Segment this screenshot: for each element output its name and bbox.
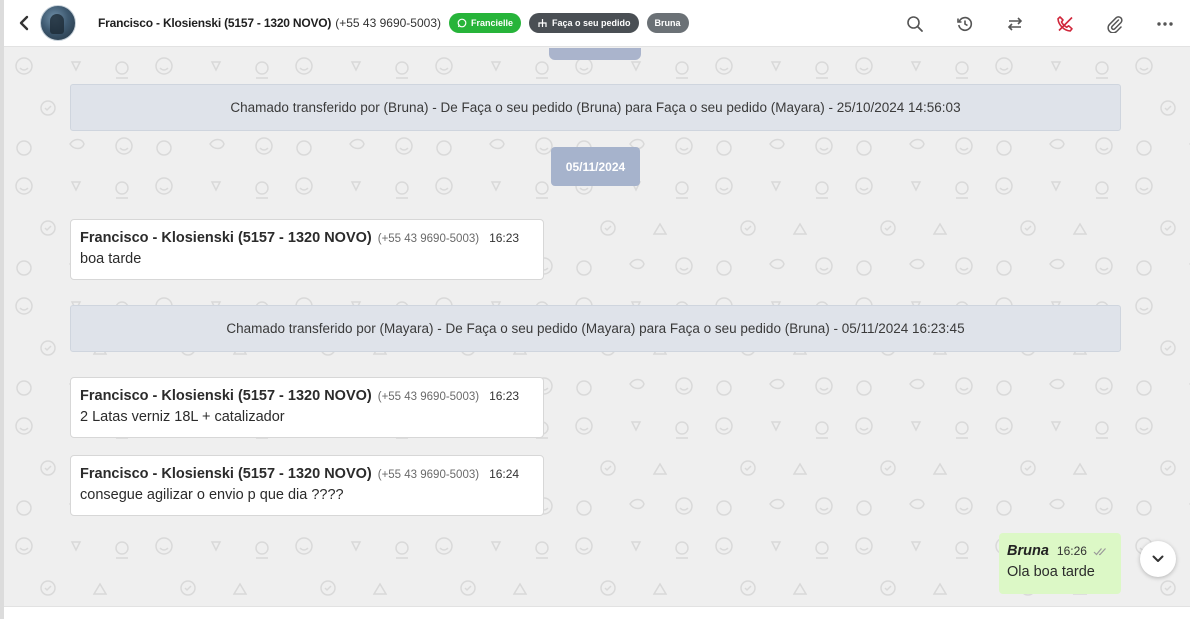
contact-name: Francisco - Klosienski (5157 - 1320 NOVO… [98,16,332,30]
system-transfer-text: Chamado transferido por (Mayara) - De Fa… [226,321,965,336]
transfer-button[interactable] [990,0,1040,47]
incoming-message[interactable]: Francisco - Klosienski (5157 - 1320 NOVO… [70,377,544,438]
search-icon [907,15,923,32]
message-header: Francisco - Klosienski (5157 - 1320 NOVO… [80,466,534,482]
date-divider: 05/11/2024 [551,147,640,186]
more-icon [1157,21,1173,26]
previous-date-chip-fragment [549,48,641,60]
back-icon [19,15,29,31]
message-time: 16:23 [489,231,520,245]
chevron-down-icon [1152,555,1164,562]
message-header: Francisco - Klosienski (5157 - 1320 NOVO… [80,230,534,246]
whatsapp-tag-label: Francielle [470,18,514,28]
end-call-icon [1057,15,1073,32]
message-list[interactable]: Chamado transferido por (Bruna) - De Faç… [4,48,1190,606]
more-options-button[interactable] [1140,0,1190,47]
sender-phone: (+55 43 9690-5003) [377,391,480,403]
incoming-message[interactable]: Francisco - Klosienski (5157 - 1320 NOVO… [70,455,544,516]
system-transfer-text: Chamado transferido por (Bruna) - De Faç… [230,100,961,115]
attach-button[interactable] [1090,0,1140,47]
message-time: 16:26 [1056,544,1087,558]
queue-tag[interactable]: Faça o seu pedido [529,13,639,33]
double-check-icon [1093,547,1107,556]
queue-icon [538,19,547,27]
whatsapp-connection-tag[interactable]: Francielle [448,13,522,33]
system-transfer-message: Chamado transferido por (Mayara) - De Fa… [70,305,1121,352]
message-header: Bruna 16:26 [1007,543,1113,559]
contact-info[interactable]: Francisco - Klosienski (5157 - 1320 NOVO… [98,16,441,30]
queue-tag-label: Faça o seu pedido [552,18,631,28]
chat-window: Francisco - Klosienski (5157 - 1320 NOVO… [0,0,1190,619]
header-toolbar [890,0,1190,47]
user-tag-label: Bruna [654,18,681,28]
whatsapp-icon [457,18,467,28]
contact-phone: (+55 43 9690-5003) [335,16,441,30]
chat-header: Francisco - Klosienski (5157 - 1320 NOVO… [4,0,1190,47]
message-text: boa tarde [80,251,142,267]
sender-name: Francisco - Klosienski (5157 - 1320 NOVO… [80,388,372,404]
outgoing-message[interactable]: Bruna 16:26 Ola boa tarde [999,533,1121,594]
message-composer[interactable] [4,606,1190,619]
message-text: 2 Latas verniz 18L + catalizador [80,409,285,425]
agent-name: Bruna [1007,543,1049,559]
history-icon [957,16,973,31]
user-tag[interactable]: Bruna [646,13,689,33]
scroll-to-bottom-button[interactable] [1140,541,1176,577]
sender-phone: (+55 43 9690-5003) [377,469,480,481]
message-time: 16:23 [489,389,520,403]
message-text: Ola boa tarde [1007,564,1095,580]
incoming-message[interactable]: Francisco - Klosienski (5157 - 1320 NOVO… [70,219,544,280]
history-button[interactable] [940,0,990,47]
sender-name: Francisco - Klosienski (5157 - 1320 NOVO… [80,466,372,482]
message-text: consegue agilizar o envio p que dia ???? [80,487,344,503]
search-button[interactable] [890,0,940,47]
sender-name: Francisco - Klosienski (5157 - 1320 NOVO… [80,230,372,246]
transfer-icon [1007,16,1023,31]
attach-icon [1107,15,1123,33]
message-time: 16:24 [489,467,520,481]
date-divider-label: 05/11/2024 [565,159,626,174]
back-button[interactable] [10,0,38,47]
system-transfer-message: Chamado transferido por (Bruna) - De Faç… [70,84,1121,131]
message-header: Francisco - Klosienski (5157 - 1320 NOVO… [80,388,534,404]
avatar[interactable] [40,5,76,41]
sender-phone: (+55 43 9690-5003) [377,233,480,245]
end-call-button[interactable] [1040,0,1090,47]
